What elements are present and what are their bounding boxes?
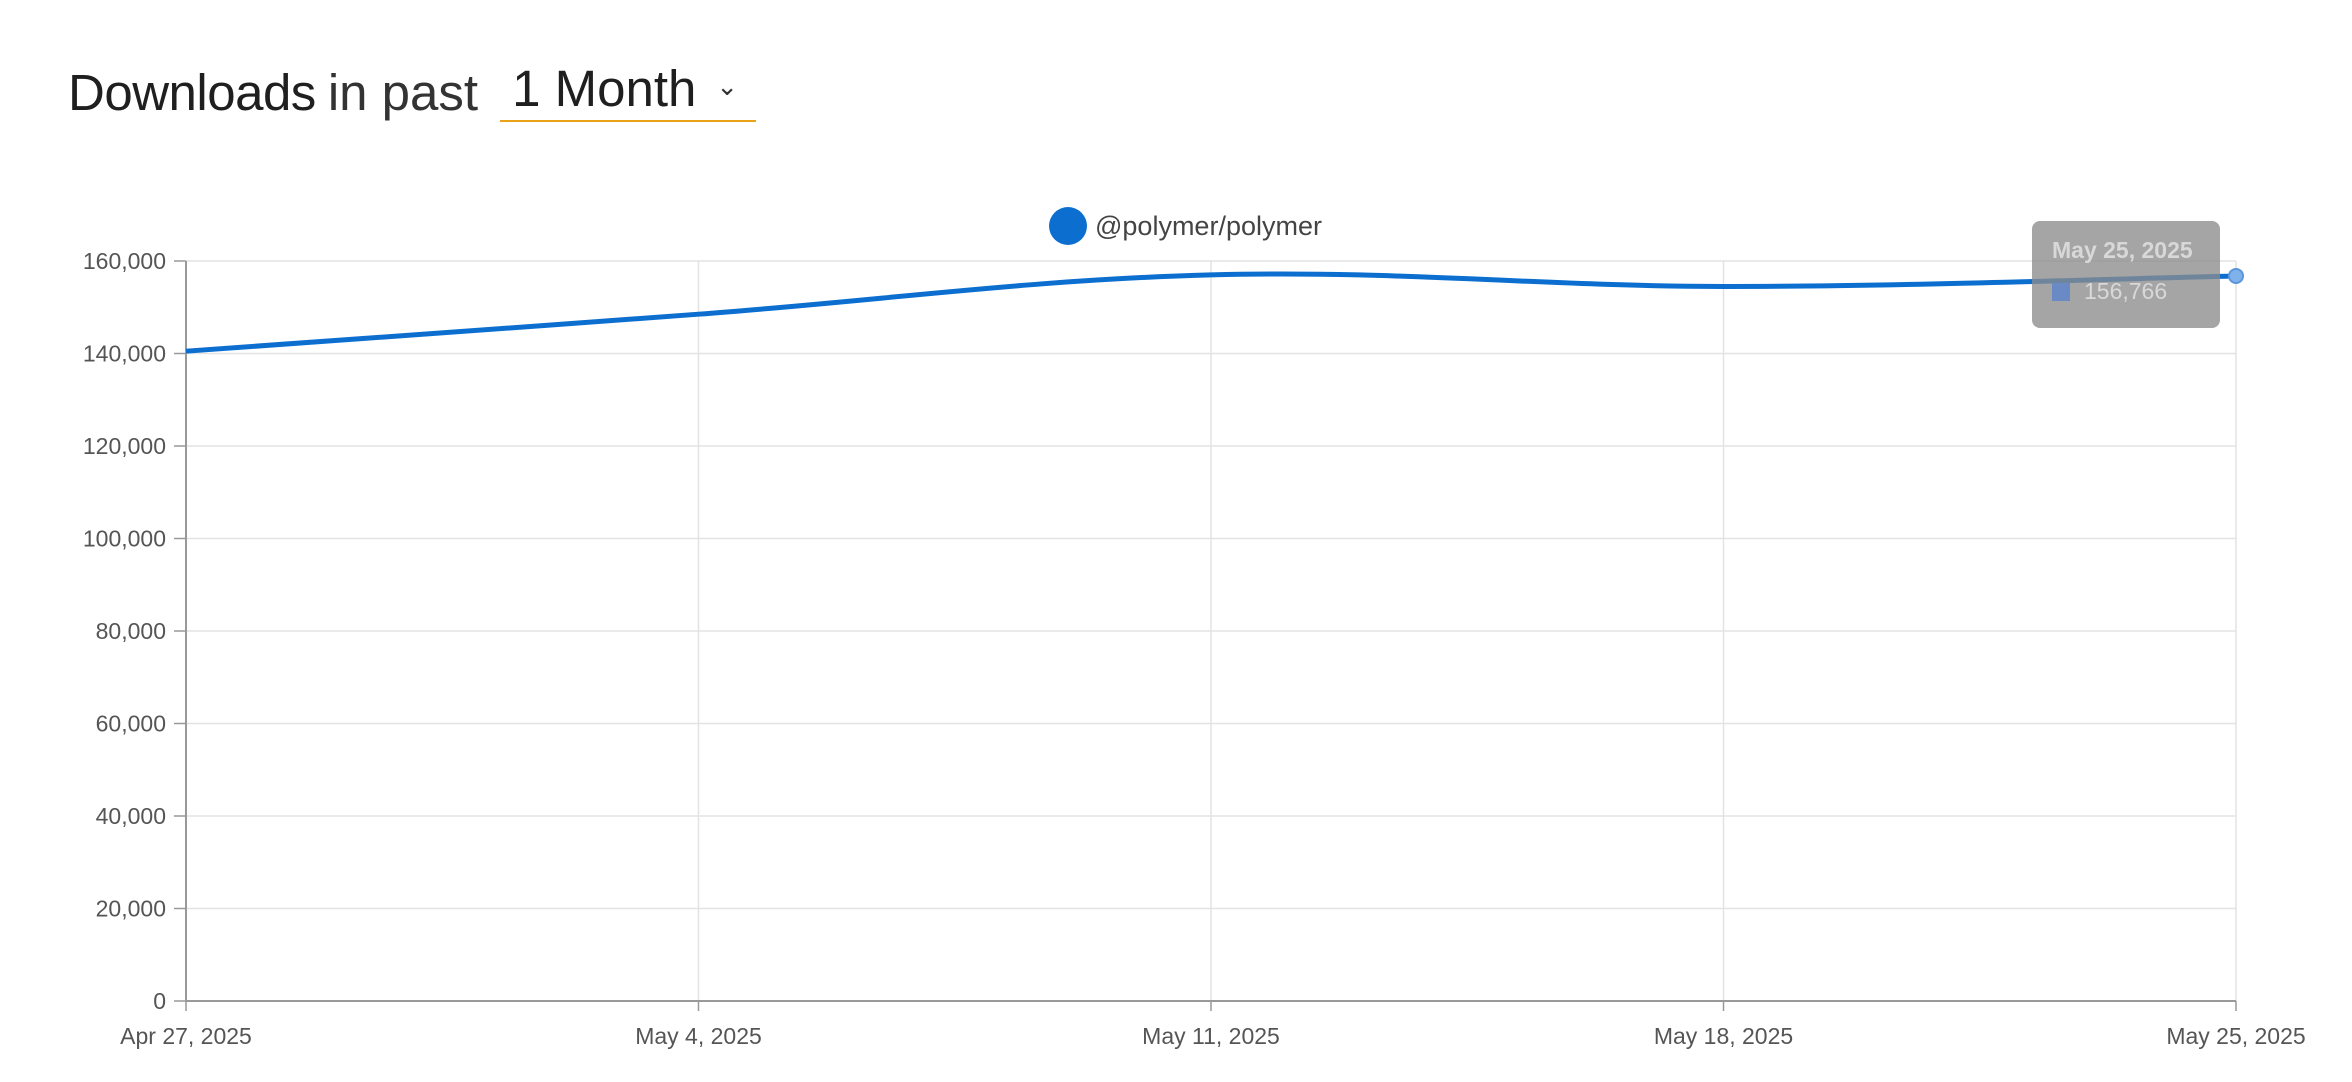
x-tick-label: May 11, 2025 xyxy=(1142,1023,1280,1049)
y-tick-label: 40,000 xyxy=(96,803,166,829)
legend-label[interactable]: @polymer/polymer xyxy=(1095,211,1322,241)
y-tick-label: 140,000 xyxy=(83,341,166,367)
tooltip-value: 156,766 xyxy=(2084,278,2168,304)
y-tick-label: 20,000 xyxy=(96,896,166,922)
y-tick-label: 100,000 xyxy=(83,526,166,552)
y-tick-label: 120,000 xyxy=(83,433,166,459)
data-tooltip: May 25, 2025 156,766 xyxy=(2032,221,2220,328)
hovered-data-point[interactable] xyxy=(2228,267,2244,284)
legend: @polymer/polymer xyxy=(1049,207,1322,245)
axes xyxy=(174,260,2237,1011)
tooltip-row: 156,766 xyxy=(2052,278,2220,305)
x-tick-label: May 4, 2025 xyxy=(635,1023,762,1049)
grid-lines xyxy=(186,260,2237,1001)
tooltip-date: May 25, 2025 xyxy=(2052,237,2193,263)
x-tick-label: May 25, 2025 xyxy=(2166,1023,2305,1049)
y-tick-label: 160,000 xyxy=(83,248,166,274)
y-tick-label: 80,000 xyxy=(96,618,166,644)
y-tick-label: 0 xyxy=(153,988,166,1014)
legend-swatch[interactable] xyxy=(1049,207,1087,245)
y-tick-label: 60,000 xyxy=(96,711,166,737)
x-tick-label: Apr 27, 2025 xyxy=(120,1023,252,1049)
x-tick-label: May 18, 2025 xyxy=(1654,1023,1793,1049)
downloads-chart: 0 20,000 40,000 60,000 80,000 100,000 120,000 1… xyxy=(83,207,2306,1049)
x-tick-labels: Apr 27, 2025 May 4, 2025 May 11, 2025 May 1… xyxy=(120,1023,2306,1049)
y-tick-labels: 0 20,000 40,000 60,000 80,000 100,000 120,000 1… xyxy=(83,248,166,1014)
series-layer xyxy=(185,267,2244,354)
tooltip-series-swatch xyxy=(2052,282,2070,301)
